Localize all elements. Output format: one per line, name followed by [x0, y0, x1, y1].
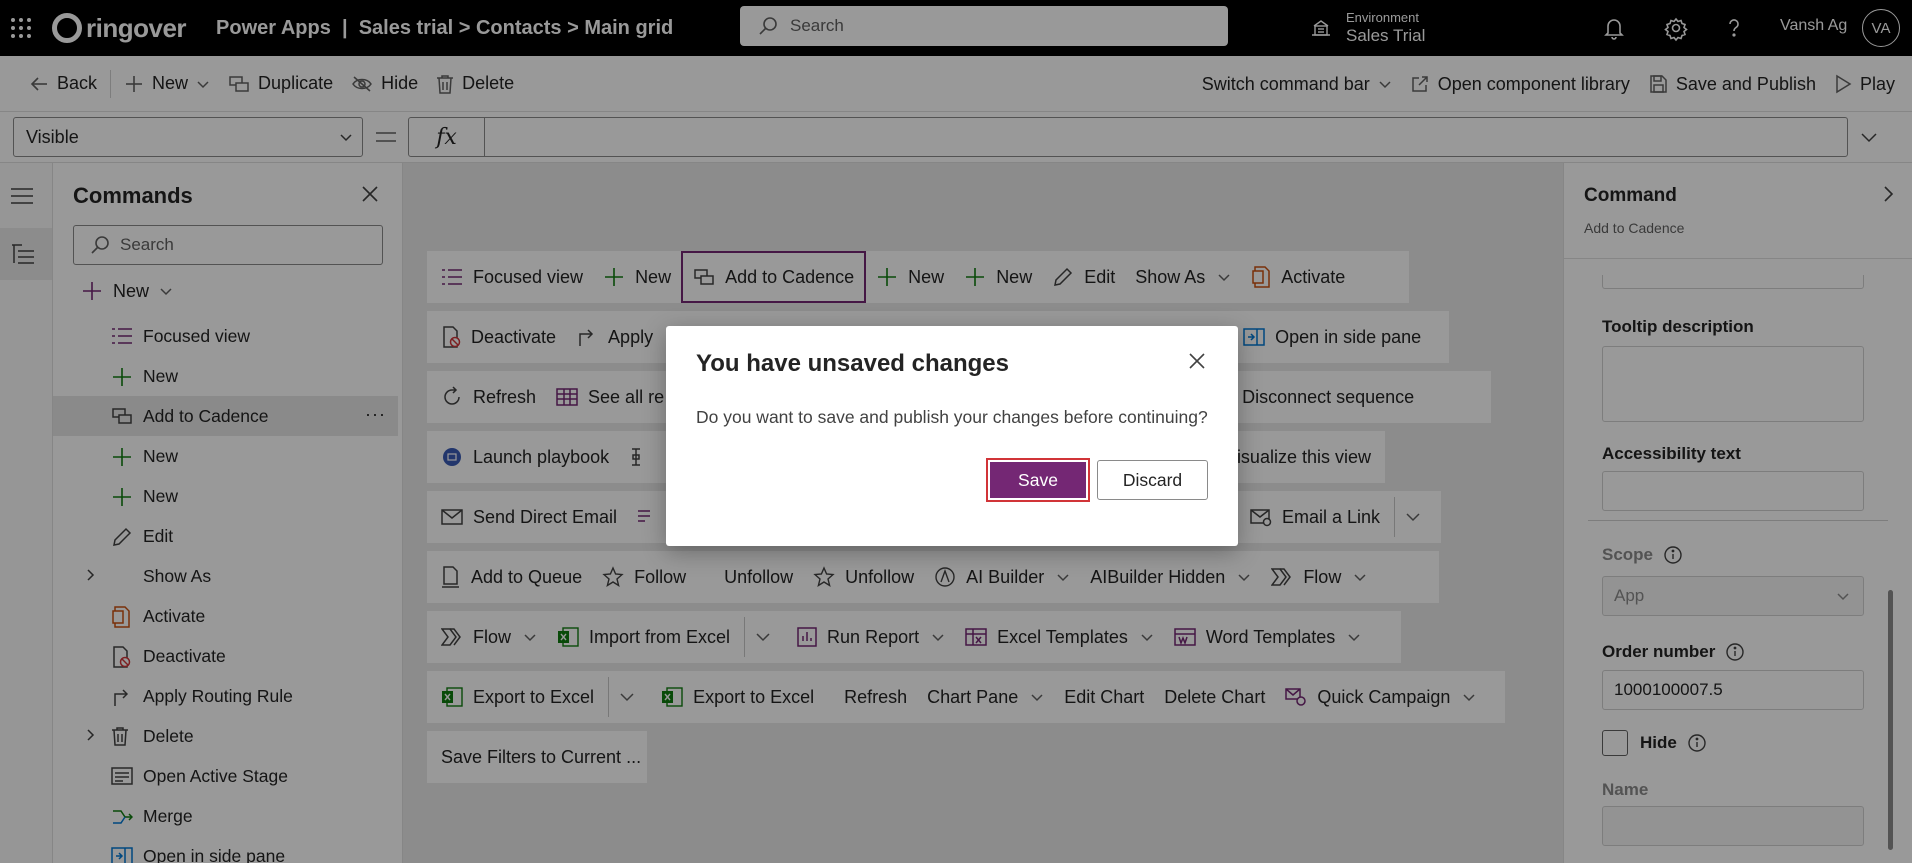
dialog-message: Do you want to save and publish your cha… — [696, 407, 1208, 427]
save-button-label: Save — [990, 462, 1086, 498]
dialog-title: You have unsaved changes — [696, 350, 1009, 377]
close-icon[interactable] — [1188, 352, 1206, 370]
save-button[interactable]: Save — [986, 458, 1090, 502]
unsaved-changes-dialog: You have unsaved changes Do you want to … — [666, 326, 1238, 546]
discard-button[interactable]: Discard — [1097, 460, 1208, 500]
